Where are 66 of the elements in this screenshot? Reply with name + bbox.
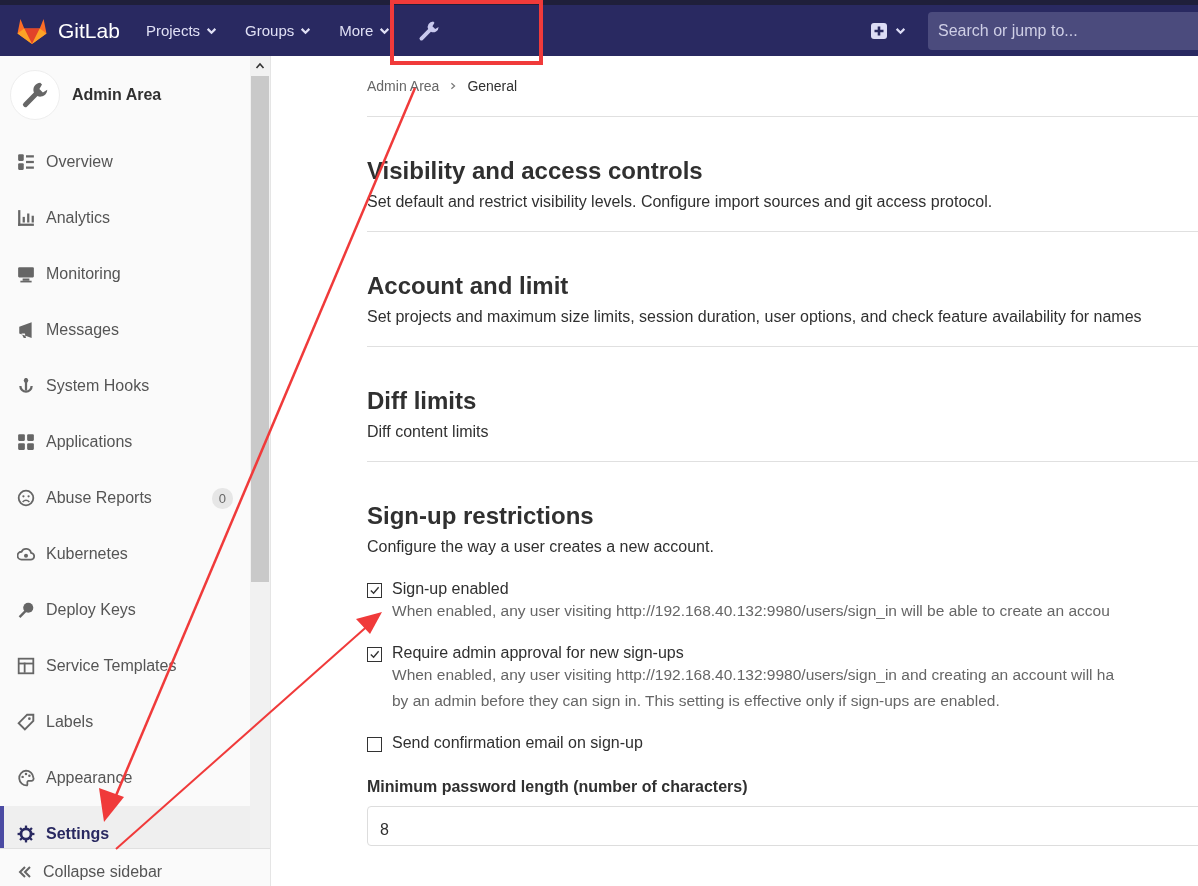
sidebar-item[interactable]: Labels — [0, 694, 250, 750]
sad-face-icon — [17, 489, 35, 507]
sidebar-item[interactable]: Deploy Keys — [0, 582, 250, 638]
sidebar-item[interactable]: Monitoring — [0, 246, 250, 302]
field-label: Minimum password length (number of characters) — [367, 778, 749, 796]
help-text: When enabled, any user visiting http://192.168.40.132:9980/users/sign_in and creating an account will ha — [392, 665, 1116, 685]
sidebar-item[interactable]: Settings — [0, 806, 250, 848]
section-title: Sign-up restrictions — [367, 502, 595, 530]
caret-icon — [379, 25, 391, 36]
sidebar-item[interactable]: System Hooks — [0, 358, 250, 414]
section-description: Set default and restrict visibility levels. Configure import sources and git access protocol. — [367, 193, 994, 211]
section-description: Configure the way a user creates a new account. — [367, 538, 715, 556]
collapse-sidebar-button[interactable]: Collapse sidebar — [0, 848, 270, 886]
scroll-up-icon[interactable] — [255, 61, 265, 71]
logo-icon — [16, 16, 48, 45]
checkbox[interactable] — [367, 737, 382, 752]
dashboard-icon — [17, 153, 35, 171]
checkbox[interactable] — [367, 583, 382, 598]
sidebar-item[interactable]: Analytics — [0, 190, 250, 246]
checkbox-label: Sign-up enabled — [392, 580, 510, 598]
palette-icon — [17, 769, 35, 787]
monitor-icon — [17, 265, 35, 283]
bar-chart-icon — [17, 209, 35, 227]
count-badge: 0 — [211, 487, 233, 509]
sidebar-item[interactable]: Applications — [0, 414, 250, 470]
section-description: Diff content limits — [367, 423, 490, 441]
grid-icon — [17, 433, 35, 451]
nav-menu[interactable]: Groups — [245, 22, 312, 39]
help-text: When enabled, any user visiting http://192.168.40.132:9980/users/sign_in will be able to create an accou — [392, 601, 1111, 621]
brand-name: GitLab — [58, 18, 120, 43]
section-title: Account and limit — [367, 272, 570, 300]
megaphone-icon — [17, 321, 35, 339]
chevron-icon — [449, 82, 458, 90]
scrollbar-thumb[interactable] — [251, 76, 269, 582]
cloud-icon — [17, 545, 35, 563]
section-description: Set projects and maximum size limits, session duration, user options, and check feature availability for names — [367, 308, 1143, 326]
nav-menu[interactable]: More — [339, 22, 391, 39]
checkbox[interactable] — [367, 647, 382, 662]
breadcrumb-link[interactable]: Admin Area — [367, 78, 440, 94]
password-length-field[interactable]: 8 — [367, 806, 1198, 846]
checkbox-label: Send confirmation email on sign-up — [392, 734, 644, 752]
sidebar-title: Admin Area — [72, 86, 162, 104]
new-menu-button[interactable] — [871, 22, 906, 39]
sidebar-item[interactable]: Kubernetes — [0, 526, 250, 582]
wrench-icon — [21, 81, 49, 109]
sidebar-item[interactable]: Overview — [0, 134, 250, 190]
anchor-icon — [17, 377, 35, 395]
caret-icon — [895, 25, 906, 36]
wrench-icon — [418, 19, 441, 42]
layout-icon — [17, 657, 35, 675]
breadcrumb-current: General — [467, 78, 518, 94]
search-field[interactable]: Search or jump to... — [928, 11, 1198, 50]
admin-area-button[interactable] — [418, 19, 441, 42]
help-text: by an admin before they can sign in. This setting is effective only if sign-ups are enabled. — [392, 691, 1001, 711]
key-icon — [17, 601, 35, 619]
sidebar-item[interactable]: Messages — [0, 302, 250, 358]
double-chevron-icon — [17, 864, 33, 880]
caret-icon — [300, 25, 312, 36]
plus-icon — [871, 22, 887, 39]
section-title: Diff limits — [367, 387, 478, 415]
caret-icon — [206, 25, 218, 36]
nav-menu[interactable]: Projects — [145, 22, 218, 39]
checkbox-label: Require admin approval for new sign-ups — [392, 644, 685, 662]
settings-icon — [17, 825, 35, 843]
sidebar-item[interactable]: Abuse Reports 0 — [0, 470, 250, 526]
tag-icon — [17, 713, 35, 731]
